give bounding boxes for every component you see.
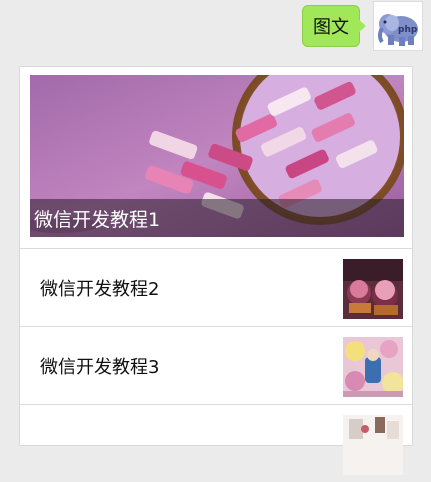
thumbnail-image [343,337,403,397]
news-item[interactable] [20,404,412,482]
news-item-thumbnail [343,259,403,319]
news-item-thumbnail [343,337,403,397]
elephant-avatar-icon: php [374,2,422,50]
news-item-thumbnail [343,415,403,475]
news-item-title: 微信开发教程3 [40,356,160,378]
news-item-title: 微信开发教程2 [40,278,160,300]
thumbnail-image [343,415,403,475]
cover-title: 微信开发教程1 [34,208,161,231]
message-bubble-text: 图文 [313,17,349,38]
outgoing-message: 图文 php [0,0,431,60]
news-item[interactable]: 微信开发教程3 [20,326,412,404]
news-card[interactable]: 微信开发教程1 微信开发教程2 微信开发教程3 [19,66,413,475]
svg-text:php: php [398,25,418,35]
news-item[interactable]: 微信开发教程2 [20,248,412,326]
thumbnail-image [343,259,403,319]
news-cover[interactable]: 微信开发教程1 [30,75,404,237]
user-avatar[interactable]: php [373,1,423,51]
message-bubble-tail [358,19,366,33]
message-bubble[interactable]: 图文 [302,5,360,47]
cover-title-overlay: 微信开发教程1 [30,199,404,237]
